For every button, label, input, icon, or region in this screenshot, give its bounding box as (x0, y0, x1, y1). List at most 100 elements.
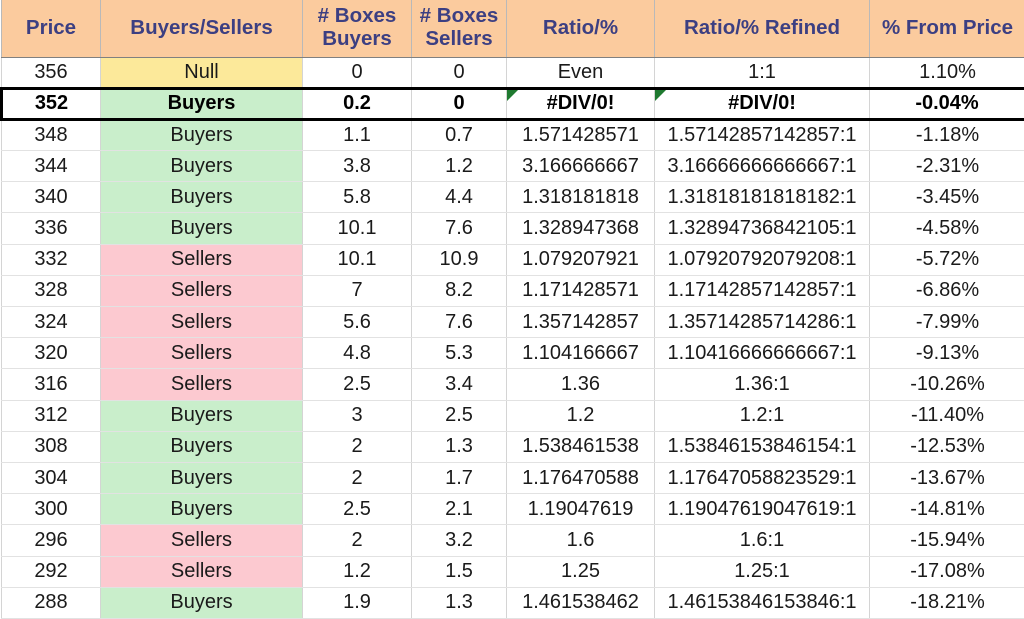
table-row[interactable]: 308Buyers21.31.5384615381.53846153846154… (2, 431, 1024, 462)
cell-buyers-sellers[interactable]: Buyers (101, 88, 303, 119)
cell-buyers-sellers[interactable]: Sellers (101, 338, 303, 369)
cell-boxes-sellers[interactable]: 10.9 (412, 244, 507, 275)
cell-pct-from-price[interactable]: -4.58% (870, 213, 1024, 244)
cell-boxes-sellers[interactable]: 2.1 (412, 494, 507, 525)
cell-boxes-buyers[interactable]: 1.9 (303, 587, 412, 618)
table-row[interactable]: 324Sellers5.67.61.3571428571.35714285714… (2, 307, 1024, 338)
cell-price[interactable]: 324 (2, 307, 101, 338)
cell-price[interactable]: 332 (2, 244, 101, 275)
cell-ratio-refined[interactable]: 1.19047619047619:1 (655, 494, 870, 525)
table-row[interactable]: 348Buyers1.10.71.5714285711.571428571428… (2, 119, 1024, 150)
table-row[interactable]: 300Buyers2.52.11.190476191.1904761904761… (2, 494, 1024, 525)
cell-ratio-refined[interactable]: 1.2:1 (655, 400, 870, 431)
cell-price[interactable]: 304 (2, 462, 101, 493)
cell-boxes-sellers[interactable]: 0 (412, 88, 507, 119)
cell-pct-from-price[interactable]: -17.08% (870, 556, 1024, 587)
cell-boxes-buyers[interactable]: 7 (303, 275, 412, 306)
cell-pct-from-price[interactable]: -2.31% (870, 151, 1024, 182)
cell-boxes-buyers[interactable]: 1.2 (303, 556, 412, 587)
cell-price[interactable]: 340 (2, 182, 101, 213)
cell-ratio[interactable]: 1.25 (507, 556, 655, 587)
table-row[interactable]: 296Sellers23.21.61.6:1-15.94% (2, 525, 1024, 556)
cell-ratio[interactable]: 1.079207921 (507, 244, 655, 275)
cell-boxes-buyers[interactable]: 2.5 (303, 369, 412, 400)
cell-ratio[interactable]: 1.328947368 (507, 213, 655, 244)
cell-pct-from-price[interactable]: -15.94% (870, 525, 1024, 556)
cell-pct-from-price[interactable]: -3.45% (870, 182, 1024, 213)
cell-boxes-buyers[interactable]: 5.8 (303, 182, 412, 213)
cell-ratio-refined[interactable]: 1.10416666666667:1 (655, 338, 870, 369)
cell-buyers-sellers[interactable]: Sellers (101, 525, 303, 556)
cell-boxes-sellers[interactable]: 4.4 (412, 182, 507, 213)
column-header-ratio[interactable]: Ratio/% (507, 0, 655, 57)
cell-ratio[interactable]: 1.171428571 (507, 275, 655, 306)
cell-pct-from-price[interactable]: -9.13% (870, 338, 1024, 369)
cell-buyers-sellers[interactable]: Buyers (101, 119, 303, 150)
cell-boxes-buyers[interactable]: 2.5 (303, 494, 412, 525)
cell-price[interactable]: 348 (2, 119, 101, 150)
cell-pct-from-price[interactable]: -13.67% (870, 462, 1024, 493)
cell-boxes-sellers[interactable]: 3.4 (412, 369, 507, 400)
cell-pct-from-price[interactable]: -0.04% (870, 88, 1024, 119)
cell-ratio[interactable]: 3.166666667 (507, 151, 655, 182)
cell-boxes-buyers[interactable]: 2 (303, 462, 412, 493)
cell-ratio-refined[interactable]: 1.17142857142857:1 (655, 275, 870, 306)
cell-boxes-buyers[interactable]: 4.8 (303, 338, 412, 369)
cell-ratio[interactable]: 1.571428571 (507, 119, 655, 150)
cell-boxes-buyers[interactable]: 0.2 (303, 88, 412, 119)
cell-ratio[interactable]: 1.6 (507, 525, 655, 556)
cell-ratio[interactable]: 1.357142857 (507, 307, 655, 338)
cell-buyers-sellers[interactable]: Buyers (101, 431, 303, 462)
table-row[interactable]: 340Buyers5.84.41.3181818181.318181818181… (2, 182, 1024, 213)
cell-boxes-buyers[interactable]: 5.6 (303, 307, 412, 338)
cell-boxes-sellers[interactable]: 7.6 (412, 213, 507, 244)
cell-boxes-buyers[interactable]: 0 (303, 57, 412, 88)
cell-buyers-sellers[interactable]: Buyers (101, 587, 303, 618)
cell-ratio-refined[interactable]: 1.32894736842105:1 (655, 213, 870, 244)
cell-boxes-buyers[interactable]: 3.8 (303, 151, 412, 182)
cell-ratio-refined[interactable]: 1:1 (655, 57, 870, 88)
cell-buyers-sellers[interactable]: Buyers (101, 462, 303, 493)
table-row[interactable]: 344Buyers3.81.23.1666666673.166666666666… (2, 151, 1024, 182)
cell-boxes-sellers[interactable]: 1.5 (412, 556, 507, 587)
cell-ratio[interactable]: 1.2 (507, 400, 655, 431)
cell-price[interactable]: 300 (2, 494, 101, 525)
table-row[interactable]: 336Buyers10.17.61.3289473681.32894736842… (2, 213, 1024, 244)
cell-ratio-refined[interactable]: 1.53846153846154:1 (655, 431, 870, 462)
cell-price[interactable]: 316 (2, 369, 101, 400)
cell-ratio[interactable]: 1.176470588 (507, 462, 655, 493)
cell-buyers-sellers[interactable]: Sellers (101, 369, 303, 400)
cell-buyers-sellers[interactable]: Null (101, 57, 303, 88)
cell-price[interactable]: 308 (2, 431, 101, 462)
cell-ratio[interactable]: 1.461538462 (507, 587, 655, 618)
cell-ratio-refined[interactable]: 1.57142857142857:1 (655, 119, 870, 150)
cell-buyers-sellers[interactable]: Buyers (101, 494, 303, 525)
cell-buyers-sellers[interactable]: Buyers (101, 182, 303, 213)
table-row[interactable]: 288Buyers1.91.31.4615384621.461538461538… (2, 587, 1024, 618)
column-header-buyers-sellers[interactable]: Buyers/Sellers (101, 0, 303, 57)
cell-pct-from-price[interactable]: 1.10% (870, 57, 1024, 88)
cell-buyers-sellers[interactable]: Buyers (101, 151, 303, 182)
cell-boxes-sellers[interactable]: 0.7 (412, 119, 507, 150)
cell-price[interactable]: 320 (2, 338, 101, 369)
column-header-price[interactable]: Price (2, 0, 101, 57)
table-row[interactable]: 292Sellers1.21.51.251.25:1-17.08% (2, 556, 1024, 587)
cell-buyers-sellers[interactable]: Buyers (101, 213, 303, 244)
column-header-pct-from-price[interactable]: % From Price (870, 0, 1024, 57)
cell-boxes-sellers[interactable]: 5.3 (412, 338, 507, 369)
table-row[interactable]: 332Sellers10.110.91.0792079211.079207920… (2, 244, 1024, 275)
cell-boxes-sellers[interactable]: 7.6 (412, 307, 507, 338)
cell-boxes-buyers[interactable]: 10.1 (303, 244, 412, 275)
cell-price[interactable]: 312 (2, 400, 101, 431)
cell-ratio-refined[interactable]: 3.16666666666667:1 (655, 151, 870, 182)
cell-ratio-refined[interactable]: 1.31818181818182:1 (655, 182, 870, 213)
cell-boxes-sellers[interactable]: 3.2 (412, 525, 507, 556)
cell-pct-from-price[interactable]: -14.81% (870, 494, 1024, 525)
cell-boxes-buyers[interactable]: 2 (303, 431, 412, 462)
cell-price[interactable]: 352 (2, 88, 101, 119)
table-row[interactable]: 304Buyers21.71.1764705881.17647058823529… (2, 462, 1024, 493)
cell-price[interactable]: 292 (2, 556, 101, 587)
cell-pct-from-price[interactable]: -18.21% (870, 587, 1024, 618)
cell-buyers-sellers[interactable]: Sellers (101, 307, 303, 338)
column-header-ratio-refined[interactable]: Ratio/% Refined (655, 0, 870, 57)
